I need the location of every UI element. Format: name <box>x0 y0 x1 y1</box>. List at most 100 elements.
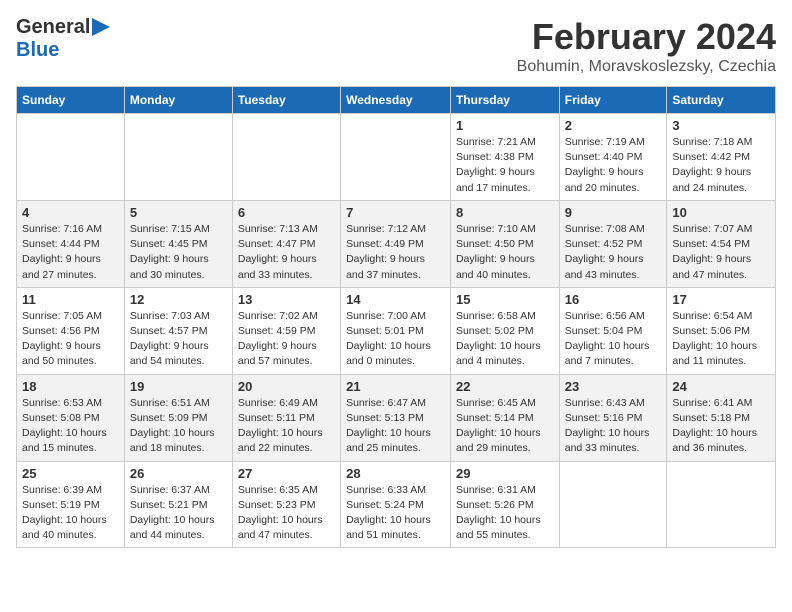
col-monday: Monday <box>124 87 232 114</box>
day-number: 18 <box>22 379 119 394</box>
col-friday: Friday <box>559 87 667 114</box>
day-number: 11 <box>22 292 119 307</box>
day-number: 21 <box>346 379 445 394</box>
table-row <box>341 114 451 201</box>
day-info: Sunrise: 7:12 AM Sunset: 4:49 PM Dayligh… <box>346 222 445 283</box>
table-row: 4Sunrise: 7:16 AM Sunset: 4:44 PM Daylig… <box>17 200 125 287</box>
day-info: Sunrise: 6:49 AM Sunset: 5:11 PM Dayligh… <box>238 396 335 457</box>
table-row <box>667 461 776 548</box>
day-info: Sunrise: 7:21 AM Sunset: 4:38 PM Dayligh… <box>456 135 554 196</box>
day-number: 7 <box>346 205 445 220</box>
day-number: 24 <box>672 379 770 394</box>
day-number: 2 <box>565 118 662 133</box>
calendar-header-row: Sunday Monday Tuesday Wednesday Thursday… <box>17 87 776 114</box>
day-number: 26 <box>130 466 227 481</box>
table-row <box>124 114 232 201</box>
day-number: 9 <box>565 205 662 220</box>
table-row: 17Sunrise: 6:54 AM Sunset: 5:06 PM Dayli… <box>667 287 776 374</box>
calendar-week-row: 4Sunrise: 7:16 AM Sunset: 4:44 PM Daylig… <box>17 200 776 287</box>
calendar-week-row: 11 Sunrise: 7:05 AM Sunset: 4:56 PM Dayli… <box>17 287 776 374</box>
table-row: 7 Sunrise: 7:12 AM Sunset: 4:49 PM Daylig… <box>341 200 451 287</box>
day-number: 5 <box>130 205 227 220</box>
col-saturday: Saturday <box>667 87 776 114</box>
table-row: 14 Sunrise: 7:00 AM Sunset: 5:01 PM Dayli… <box>341 287 451 374</box>
table-row: 11 Sunrise: 7:05 AM Sunset: 4:56 PM Dayli… <box>17 287 125 374</box>
col-thursday: Thursday <box>450 87 559 114</box>
day-number: 1 <box>456 118 554 133</box>
day-number: 23 <box>565 379 662 394</box>
day-info: Sunrise: 6:41 AM Sunset: 5:18 PM Dayligh… <box>672 396 770 457</box>
logo-arrow-icon <box>92 18 110 36</box>
day-info: Sunrise: 7:03 AM Sunset: 4:57 PM Dayligh… <box>130 309 227 370</box>
day-number: 20 <box>238 379 335 394</box>
day-number: 29 <box>456 466 554 481</box>
logo-blue-text: Blue <box>16 39 59 61</box>
table-row <box>232 114 340 201</box>
title-section: February 2024 Bohumin, Moravskoslezsky, … <box>517 16 776 76</box>
table-row: 25 Sunrise: 6:39 AM Sunset: 5:19 PM Dayli… <box>17 461 125 548</box>
table-row <box>17 114 125 201</box>
table-row: 23 Sunrise: 6:43 AM Sunset: 5:16 PM Dayli… <box>559 374 667 461</box>
day-info: Sunrise: 6:58 AM Sunset: 5:02 PM Dayligh… <box>456 309 554 370</box>
day-info: Sunrise: 7:19 AM Sunset: 4:40 PM Dayligh… <box>565 135 662 196</box>
day-info: Sunrise: 6:51 AM Sunset: 5:09 PM Dayligh… <box>130 396 227 457</box>
page-header: General Blue February 2024 Bohumin, Mora… <box>16 16 776 76</box>
day-info: Sunrise: 7:07 AM Sunset: 4:54 PM Dayligh… <box>672 222 770 283</box>
col-sunday: Sunday <box>17 87 125 114</box>
day-number: 8 <box>456 205 554 220</box>
day-info: Sunrise: 6:35 AM Sunset: 5:23 PM Dayligh… <box>238 483 335 544</box>
day-number: 12 <box>130 292 227 307</box>
day-info: Sunrise: 7:18 AM Sunset: 4:42 PM Dayligh… <box>672 135 770 196</box>
day-info: Sunrise: 7:13 AM Sunset: 4:47 PM Dayligh… <box>238 222 335 283</box>
logo: General Blue <box>16 16 110 62</box>
table-row: 10 Sunrise: 7:07 AM Sunset: 4:54 PM Dayli… <box>667 200 776 287</box>
day-info: Sunrise: 7:05 AM Sunset: 4:56 PM Dayligh… <box>22 309 119 370</box>
table-row <box>559 461 667 548</box>
day-number: 17 <box>672 292 770 307</box>
table-row: 19 Sunrise: 6:51 AM Sunset: 5:09 PM Dayli… <box>124 374 232 461</box>
day-number: 19 <box>130 379 227 394</box>
day-info: Sunrise: 6:31 AM Sunset: 5:26 PM Dayligh… <box>456 483 554 544</box>
day-info: Sunrise: 6:53 AM Sunset: 5:08 PM Dayligh… <box>22 396 119 457</box>
day-number: 4 <box>22 205 119 220</box>
calendar-week-row: 25 Sunrise: 6:39 AM Sunset: 5:19 PM Dayli… <box>17 461 776 548</box>
day-info: Sunrise: 6:39 AM Sunset: 5:19 PM Dayligh… <box>22 483 119 544</box>
table-row: 27Sunrise: 6:35 AM Sunset: 5:23 PM Dayli… <box>232 461 340 548</box>
table-row: 26Sunrise: 6:37 AM Sunset: 5:21 PM Dayli… <box>124 461 232 548</box>
table-row: 22 Sunrise: 6:45 AM Sunset: 5:14 PM Dayli… <box>450 374 559 461</box>
day-info: Sunrise: 6:56 AM Sunset: 5:04 PM Dayligh… <box>565 309 662 370</box>
calendar-title: February 2024 <box>517 16 776 58</box>
table-row: 21 Sunrise: 6:47 AM Sunset: 5:13 PM Dayli… <box>341 374 451 461</box>
logo-general-text: General <box>16 16 90 39</box>
table-row: 15 Sunrise: 6:58 AM Sunset: 5:02 PM Dayli… <box>450 287 559 374</box>
day-info: Sunrise: 7:08 AM Sunset: 4:52 PM Dayligh… <box>565 222 662 283</box>
table-row: 9 Sunrise: 7:08 AM Sunset: 4:52 PM Daylig… <box>559 200 667 287</box>
day-info: Sunrise: 7:15 AM Sunset: 4:45 PM Dayligh… <box>130 222 227 283</box>
table-row: 20 Sunrise: 6:49 AM Sunset: 5:11 PM Dayli… <box>232 374 340 461</box>
table-row: 8 Sunrise: 7:10 AM Sunset: 4:50 PM Daylig… <box>450 200 559 287</box>
day-number: 14 <box>346 292 445 307</box>
day-number: 25 <box>22 466 119 481</box>
calendar-subtitle: Bohumin, Moravskoslezsky, Czechia <box>517 58 776 76</box>
table-row: 5 Sunrise: 7:15 AM Sunset: 4:45 PM Daylig… <box>124 200 232 287</box>
table-row: 6Sunrise: 7:13 AM Sunset: 4:47 PM Daylig… <box>232 200 340 287</box>
day-number: 15 <box>456 292 554 307</box>
day-info: Sunrise: 7:00 AM Sunset: 5:01 PM Dayligh… <box>346 309 445 370</box>
day-number: 13 <box>238 292 335 307</box>
day-info: Sunrise: 7:10 AM Sunset: 4:50 PM Dayligh… <box>456 222 554 283</box>
day-number: 10 <box>672 205 770 220</box>
table-row: 18 Sunrise: 6:53 AM Sunset: 5:08 PM Dayli… <box>17 374 125 461</box>
day-number: 3 <box>672 118 770 133</box>
col-tuesday: Tuesday <box>232 87 340 114</box>
day-info: Sunrise: 6:33 AM Sunset: 5:24 PM Dayligh… <box>346 483 445 544</box>
table-row: 29 Sunrise: 6:31 AM Sunset: 5:26 PM Dayli… <box>450 461 559 548</box>
day-info: Sunrise: 6:45 AM Sunset: 5:14 PM Dayligh… <box>456 396 554 457</box>
col-wednesday: Wednesday <box>341 87 451 114</box>
day-info: Sunrise: 6:47 AM Sunset: 5:13 PM Dayligh… <box>346 396 445 457</box>
table-row: 1 Sunrise: 7:21 AM Sunset: 4:38 PM Daylig… <box>450 114 559 201</box>
day-info: Sunrise: 6:43 AM Sunset: 5:16 PM Dayligh… <box>565 396 662 457</box>
calendar-table: Sunday Monday Tuesday Wednesday Thursday… <box>16 86 776 548</box>
table-row: 13Sunrise: 7:02 AM Sunset: 4:59 PM Dayli… <box>232 287 340 374</box>
day-number: 28 <box>346 466 445 481</box>
day-number: 22 <box>456 379 554 394</box>
